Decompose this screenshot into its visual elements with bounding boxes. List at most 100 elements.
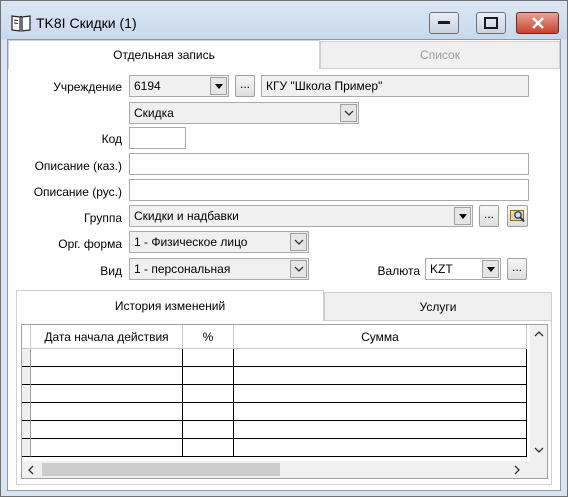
table-row[interactable]: [22, 385, 527, 403]
chevron-down-icon: [214, 83, 223, 89]
code-input[interactable]: [129, 127, 186, 149]
desc-rus-label: Описание (рус.): [33, 185, 122, 199]
table-cell[interactable]: [183, 439, 234, 457]
minimize-button[interactable]: [429, 12, 459, 34]
chevron-up-icon[interactable]: [534, 331, 544, 337]
table-cell[interactable]: [183, 385, 234, 403]
table-cell[interactable]: [31, 421, 183, 439]
table-row[interactable]: [22, 349, 527, 367]
table-cell[interactable]: [183, 421, 234, 439]
currency-browse-button[interactable]: ...: [507, 258, 527, 280]
org-form-value: 1 - Физическое лицо: [134, 235, 248, 249]
kind-combo[interactable]: 1 - персональная: [129, 258, 309, 280]
maximize-button[interactable]: [476, 12, 506, 34]
table-row[interactable]: [22, 367, 527, 385]
row-header-corner: [22, 325, 31, 349]
tab-label: Отдельная запись: [113, 48, 215, 62]
row-header-cell: [22, 439, 31, 457]
desc-kaz-label: Описание (каз.): [34, 159, 122, 173]
chevron-down-icon: [294, 239, 303, 245]
institution-code-value: 6194: [134, 79, 161, 93]
client-area: Отдельная запись Список Учреждение 6194 …: [7, 39, 561, 491]
horizontal-scrollbar[interactable]: [22, 461, 547, 478]
table-cell[interactable]: [234, 367, 527, 385]
close-icon: [531, 17, 544, 29]
tab-change-history[interactable]: История изменений: [16, 290, 324, 321]
table-row[interactable]: [22, 421, 527, 439]
table-cell[interactable]: [31, 367, 183, 385]
currency-label: Валюта: [377, 264, 420, 278]
column-header-start-date[interactable]: Дата начала действия: [31, 325, 183, 349]
kind-label: Вид: [100, 264, 122, 278]
org-form-combo[interactable]: 1 - Физическое лицо: [129, 231, 309, 253]
desc-rus-input[interactable]: [129, 179, 529, 201]
table-cell[interactable]: [31, 349, 183, 367]
table-cell[interactable]: [183, 367, 234, 385]
chevron-down-icon: [486, 266, 495, 272]
maximize-icon: [484, 17, 498, 29]
group-label: Группа: [83, 211, 122, 225]
table-cell[interactable]: [183, 403, 234, 421]
group-browse-button[interactable]: ...: [479, 205, 499, 227]
table-cell[interactable]: [234, 349, 527, 367]
close-button[interactable]: [516, 12, 559, 34]
row-header-cell: [22, 421, 31, 439]
discount-type-combo[interactable]: Скидка: [129, 102, 359, 124]
table-cell[interactable]: [31, 385, 183, 403]
dropdown-button[interactable]: [454, 207, 471, 225]
table-cell[interactable]: [31, 439, 183, 457]
table-cell[interactable]: [31, 403, 183, 421]
tab-label: История изменений: [114, 299, 226, 313]
chevron-left-icon[interactable]: [28, 465, 34, 475]
row-header-cell: [22, 367, 31, 385]
row-header-cell: [22, 403, 31, 421]
minimize-icon: [438, 21, 450, 24]
institution-label: Учреждение: [53, 80, 122, 94]
column-header-percent[interactable]: %: [183, 325, 234, 349]
table-row[interactable]: [22, 439, 527, 457]
chevron-down-icon: [344, 110, 353, 116]
kind-value: 1 - персональная: [134, 262, 231, 276]
column-header-amount[interactable]: Сумма: [234, 325, 527, 349]
dropdown-button[interactable]: [290, 260, 307, 278]
search-icon: [509, 210, 525, 223]
dropdown-button[interactable]: [290, 233, 307, 251]
desc-kaz-input[interactable]: [129, 153, 529, 175]
chevron-down-icon[interactable]: [534, 447, 544, 453]
row-header-cell: [22, 349, 31, 367]
tab-services[interactable]: Услуги: [324, 292, 552, 321]
vertical-scrollbar[interactable]: [530, 325, 547, 462]
table-cell[interactable]: [234, 403, 527, 421]
app-window: TK8I Скидки (1) Отдельная запись Список …: [0, 0, 568, 497]
chevron-right-icon[interactable]: [514, 465, 520, 475]
tab-list[interactable]: Список: [320, 41, 560, 69]
dropdown-button[interactable]: [482, 260, 499, 278]
row-header-cell: [22, 385, 31, 403]
horizontal-scroll-thumb[interactable]: [42, 463, 280, 476]
institution-code-combo[interactable]: 6194: [129, 75, 229, 97]
history-grid[interactable]: Дата начала действия % Сумма: [21, 324, 548, 479]
chevron-down-icon: [294, 266, 303, 272]
tab-single-record[interactable]: Отдельная запись: [8, 40, 320, 69]
chevron-down-icon: [458, 213, 467, 219]
org-form-label: Орг. форма: [58, 237, 122, 251]
dropdown-button[interactable]: [210, 77, 227, 95]
group-search-button[interactable]: [507, 205, 528, 227]
window-title: TK8I Скидки (1): [36, 15, 137, 31]
code-label: Код: [101, 132, 122, 146]
currency-combo[interactable]: KZT: [425, 258, 501, 280]
discount-type-value: Скидка: [134, 106, 174, 120]
table-row[interactable]: [22, 403, 527, 421]
table-cell[interactable]: [234, 439, 527, 457]
table-cell[interactable]: [234, 421, 527, 439]
title-bar[interactable]: TK8I Скидки (1): [1, 1, 567, 39]
institution-name-field: КГУ "Школа Пример": [261, 75, 529, 97]
table-cell[interactable]: [234, 385, 527, 403]
institution-browse-button[interactable]: ...: [235, 75, 255, 97]
dropdown-button[interactable]: [340, 104, 357, 122]
group-combo[interactable]: Скидки и надбавки: [129, 205, 473, 227]
group-value: Скидки и надбавки: [134, 209, 239, 223]
tab-label: Услуги: [419, 299, 457, 314]
book-icon: [11, 15, 31, 32]
table-cell[interactable]: [183, 349, 234, 367]
